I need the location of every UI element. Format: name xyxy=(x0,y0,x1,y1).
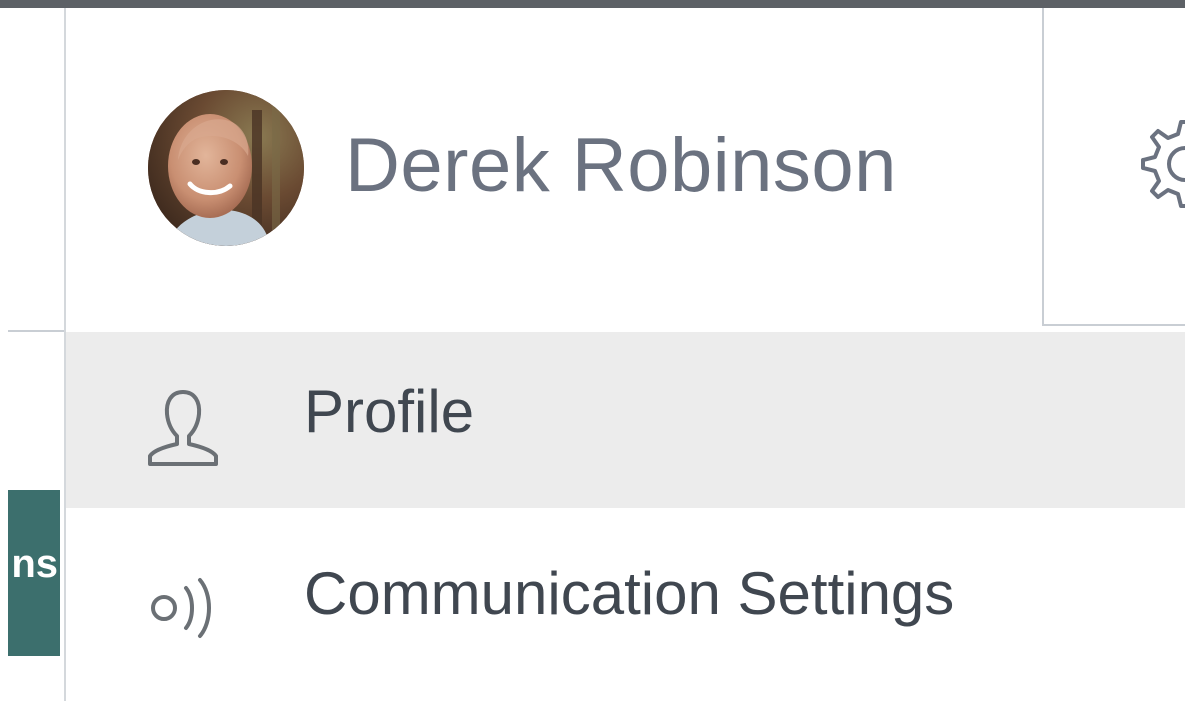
avatar[interactable] xyxy=(148,90,304,246)
background-teal-button[interactable]: ns xyxy=(8,490,60,656)
background-button-label: ns xyxy=(11,542,58,586)
user-header[interactable]: Derek Robinson xyxy=(66,8,1044,330)
menu-item-communication-settings[interactable]: Communication Settings xyxy=(66,508,1185,684)
broadcast-signal-icon xyxy=(138,560,228,650)
menu-item-label: Communication Settings xyxy=(304,560,955,627)
gear-icon[interactable] xyxy=(1126,108,1185,218)
window-top-edge xyxy=(0,0,1185,8)
avatar-photo xyxy=(148,90,304,246)
user-name: Derek Robinson xyxy=(345,123,897,208)
user-outline-icon xyxy=(138,384,228,474)
menu-item-profile[interactable]: Profile xyxy=(66,332,1185,508)
header-divider xyxy=(1042,8,1044,326)
screen: ns Derek Robinson Profile Communication … xyxy=(0,0,1185,701)
header-divider-bottom xyxy=(1042,324,1185,326)
background-divider xyxy=(8,330,64,332)
user-menu-dropdown: Derek Robinson Profile Communication Set… xyxy=(64,8,1185,701)
menu-item-label: Profile xyxy=(304,378,475,445)
